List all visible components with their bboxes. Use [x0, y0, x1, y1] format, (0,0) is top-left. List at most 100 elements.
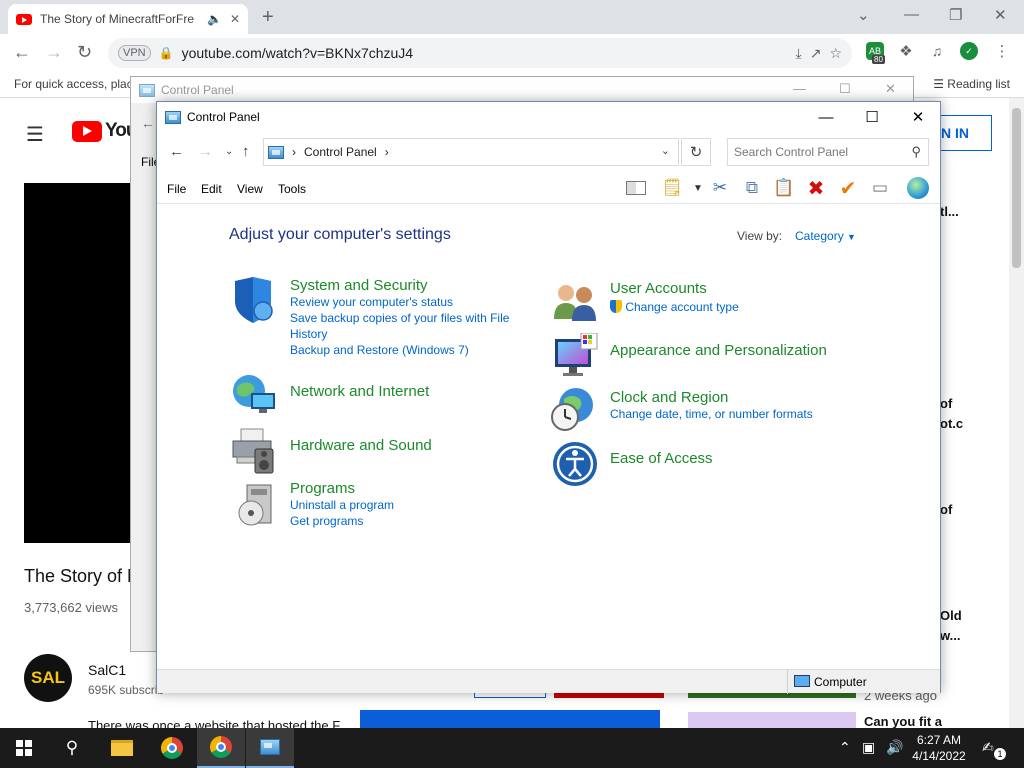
taskbar-clock[interactable]: 6:27 AM 4/14/2022	[906, 732, 972, 764]
close-button[interactable]: ✕	[895, 102, 941, 132]
video-player[interactable]	[24, 183, 144, 543]
minimize-button[interactable]: —	[803, 102, 849, 132]
vpn-badge[interactable]: VPN	[118, 45, 151, 61]
change-date-time-link[interactable]: Change date, time, or number formats	[610, 406, 813, 422]
reload-icon[interactable]: ↻	[77, 42, 92, 63]
search-taskbar-icon[interactable]: ⚲	[48, 728, 96, 768]
page-scrollbar[interactable]	[1009, 98, 1024, 728]
volume-icon[interactable]: 🔊	[886, 739, 903, 756]
menu-edit[interactable]: Edit	[201, 182, 222, 196]
channel-avatar[interactable]: SAL	[24, 654, 72, 702]
install-icon[interactable]: ⤓	[796, 45, 802, 62]
checkmark-icon[interactable]: ✔	[837, 177, 859, 200]
forward-icon[interactable]: →	[45, 42, 63, 63]
preview-pane-icon[interactable]	[625, 177, 647, 199]
globe-icon[interactable]	[907, 177, 929, 199]
address-field[interactable]: › Control Panel › ⌄	[263, 138, 679, 166]
shield-extension-icon[interactable]: ✓	[960, 42, 978, 60]
sidebar-title[interactable]: w...	[940, 628, 960, 643]
clock-region-icon[interactable]	[550, 387, 594, 431]
paste-icon[interactable]: 📋	[773, 177, 795, 199]
extensions-puzzle-icon[interactable]: ❖	[897, 42, 915, 60]
start-button[interactable]	[0, 728, 48, 768]
control-panel-window[interactable]: Control Panel — ☐ ✕ ← → ⌄ ↑ › Control Pa…	[156, 101, 941, 694]
network-internet-link[interactable]: Network and Internet	[290, 383, 429, 400]
recent-locations-icon[interactable]: ⌄	[225, 146, 233, 157]
sidebar-title[interactable]: ot.c	[940, 416, 963, 431]
search-icon[interactable]: ⚲	[911, 144, 921, 160]
properties-icon[interactable]: 🗒	[661, 177, 683, 199]
chrome-alt-icon[interactable]	[197, 728, 245, 768]
chrome-icon[interactable]	[148, 728, 196, 768]
close-icon[interactable]: ✕	[885, 81, 896, 97]
share-icon[interactable]: ↗	[810, 45, 822, 62]
view-by-dropdown[interactable]: Category ▼	[795, 229, 856, 243]
uninstall-program-link[interactable]: Uninstall a program	[290, 497, 394, 513]
browser-tab[interactable]: The Story of MinecraftForFre 🔈 ✕	[8, 4, 248, 34]
appearance-personalization-link[interactable]: Appearance and Personalization	[610, 342, 827, 359]
url-text[interactable]: youtube.com/watch?v=BKNx7chzuJ4	[182, 45, 788, 61]
refresh-button[interactable]: ↻	[681, 138, 711, 166]
search-control-panel-input[interactable]: Search Control Panel ⚲	[727, 138, 929, 166]
programs-link[interactable]: Programs	[290, 480, 394, 497]
printer-speaker-icon[interactable]	[231, 427, 275, 474]
channel-name[interactable]: SalC1	[88, 662, 126, 678]
address-bar[interactable]: VPN 🔒 youtube.com/watch?v=BKNx7chzuJ4 ⤓ …	[108, 38, 852, 68]
sidebar-title[interactable]: Can you fit a	[864, 714, 942, 728]
backup-restore-link[interactable]: Backup and Restore (Windows 7)	[290, 342, 520, 358]
menu-file[interactable]: File	[167, 182, 186, 196]
hamburger-menu-icon[interactable]: ☰	[26, 122, 44, 147]
browser-menu-icon[interactable]: ⋮	[993, 42, 1011, 60]
sidebar-thumbnail[interactable]	[688, 712, 856, 728]
properties-dropdown-icon[interactable]: ▼	[687, 177, 709, 199]
breadcrumb-separator-icon[interactable]: ›	[292, 145, 296, 159]
appearance-monitor-icon[interactable]	[553, 332, 598, 377]
forward-icon[interactable]: →	[198, 143, 213, 160]
sidebar-title[interactable]: of	[940, 502, 952, 517]
file-explorer-icon[interactable]	[98, 728, 146, 768]
minimize-browser-button[interactable]: —	[904, 6, 919, 23]
speaker-icon[interactable]: 🔈	[207, 12, 222, 26]
back-icon[interactable]: ←	[141, 115, 155, 131]
sign-in-button[interactable]: N IN	[932, 115, 992, 151]
close-tab-icon[interactable]: ✕	[230, 12, 240, 26]
lock-icon[interactable]: 🔒	[159, 46, 174, 60]
youtube-logo[interactable]: You	[72, 120, 138, 142]
show-hidden-icons[interactable]: ⌃	[839, 739, 851, 756]
ease-of-access-link[interactable]: Ease of Access	[610, 450, 713, 467]
menu-view[interactable]: View	[237, 182, 263, 196]
rename-icon[interactable]: ▭	[869, 177, 891, 199]
copy-icon[interactable]: ⧉	[741, 177, 763, 199]
breadcrumb-control-panel[interactable]: Control Panel	[304, 145, 377, 159]
scrollbar-thumb[interactable]	[1012, 108, 1021, 268]
new-tab-button[interactable]: +	[262, 6, 274, 29]
sidebar-title[interactable]: of	[940, 396, 952, 411]
maximize-icon[interactable]: ☐	[839, 81, 851, 97]
sidebar-title[interactable]: tl...	[940, 204, 959, 219]
restore-browser-button[interactable]: ❐	[949, 6, 962, 24]
control-panel-taskbar-icon[interactable]	[246, 728, 294, 768]
system-security-link[interactable]: System and Security	[290, 277, 520, 294]
subscribe-banner[interactable]	[360, 710, 660, 728]
close-browser-button[interactable]: ✕	[994, 6, 1007, 24]
change-account-type-link[interactable]: Change account type	[625, 300, 738, 314]
user-accounts-link[interactable]: User Accounts	[610, 280, 739, 297]
network-globe-icon[interactable]	[231, 373, 275, 417]
review-status-link[interactable]: Review your computer's status	[290, 294, 520, 310]
back-icon[interactable]: ←	[13, 42, 31, 63]
sidebar-title[interactable]: Old	[940, 608, 962, 623]
address-dropdown-icon[interactable]: ⌄	[661, 144, 670, 157]
media-control-icon[interactable]: ♫	[928, 42, 946, 60]
up-icon[interactable]: ↑	[242, 143, 250, 160]
ease-of-access-icon[interactable]	[552, 441, 597, 486]
tab-search-icon[interactable]: ⌄	[857, 6, 870, 24]
breadcrumb-separator-icon[interactable]: ›	[385, 145, 389, 159]
notifications-icon[interactable]: ✍	[982, 739, 994, 756]
bookmark-star-icon[interactable]: ☆	[829, 45, 842, 62]
maximize-button[interactable]: ☐	[849, 102, 895, 132]
hardware-sound-link[interactable]: Hardware and Sound	[290, 437, 432, 454]
system-security-shield-icon[interactable]	[231, 277, 275, 323]
file-history-link[interactable]: Save backup copies of your files with Fi…	[290, 310, 520, 342]
back-icon[interactable]: ←	[169, 143, 184, 160]
user-accounts-icon[interactable]	[552, 281, 596, 325]
